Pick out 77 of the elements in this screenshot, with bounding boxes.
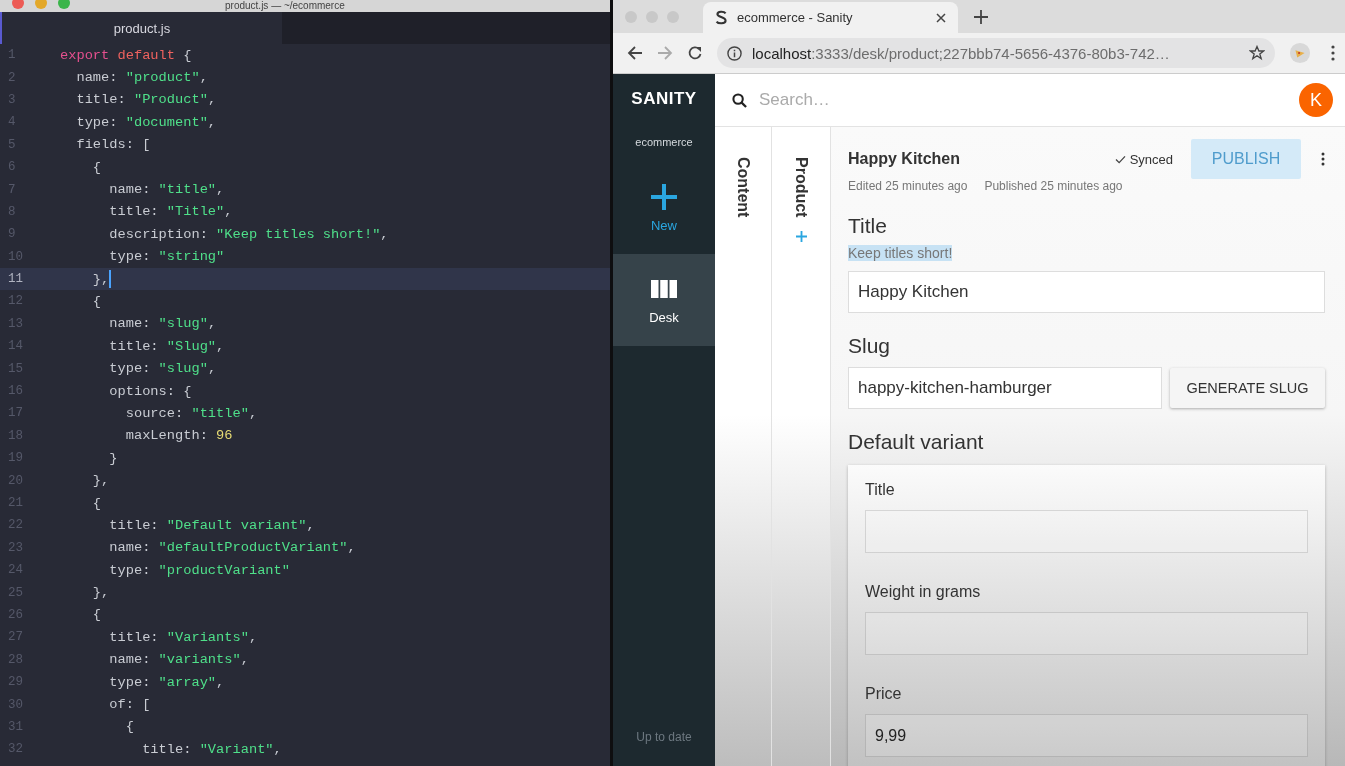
code-line: source: "title", — [124, 405, 258, 421]
code-line: export default { — [60, 47, 192, 63]
check-icon — [1114, 154, 1126, 164]
nav-item[interactable]: Desk — [613, 254, 715, 346]
field-label: Slug — [848, 334, 892, 358]
document-meta: Published 25 minutes ago — [984, 179, 1123, 193]
info-icon — [727, 45, 742, 61]
file-tab[interactable]: product.js — [0, 12, 282, 44]
code-line: type: "slug", — [108, 361, 217, 377]
code-line: fields: [ — [75, 137, 151, 153]
code-line: name: "defaultProductVariant", — [108, 540, 356, 556]
code-line: { — [91, 294, 102, 309]
code-line: }, — [91, 271, 110, 287]
code-line: description: "Keep titles short!", — [108, 226, 389, 242]
input-field[interactable]: happy-kitchen-hamburger — [848, 367, 1162, 409]
code-line: type: "productVariant" — [108, 562, 290, 578]
code-line: title: "Slug", — [108, 338, 225, 354]
code-line: options: { — [108, 383, 192, 399]
code-line: { — [124, 719, 134, 735]
plus-icon — [651, 183, 677, 210]
code-line: type: "array", — [108, 674, 225, 690]
code-line: } — [108, 450, 118, 466]
input-field[interactable]: Happy Kitchen — [848, 271, 1325, 313]
plus-icon[interactable] — [795, 231, 807, 243]
maximize-icon[interactable] — [58, 0, 70, 9]
document-meta: Edited 25 minutes ago — [848, 179, 968, 193]
code-line: name: "product", — [75, 70, 208, 86]
field-label: Title — [865, 481, 896, 499]
code-line: { — [91, 159, 102, 175]
forward-icon[interactable] — [657, 45, 673, 61]
code-line: name: "title", — [108, 182, 225, 198]
document-title: Happy Kitchen — [848, 150, 961, 168]
code-line: title: "Product", — [75, 92, 217, 108]
address-bar[interactable]: localhost:3333/desk/product;227bbb74-5656-4376-80b3-742… — [717, 38, 1275, 68]
code-line: title: "Default variant", — [108, 517, 315, 533]
menu-icon[interactable] — [1331, 45, 1335, 61]
window-title: product.js — ~/ecommerce — [225, 0, 345, 12]
code-line: title: "Title", — [108, 204, 233, 220]
code-line: name: "slug", — [108, 316, 217, 332]
status-text: Up to date — [635, 730, 693, 746]
code-line: title: "Variant", — [141, 741, 282, 757]
text-cursor — [109, 270, 112, 289]
minimize-icon[interactable] — [35, 0, 47, 9]
code-line: { — [91, 607, 102, 623]
field-label: Weight in grams — [865, 583, 982, 601]
sync-status: Synced — [1114, 151, 1173, 167]
search-icon — [732, 92, 747, 108]
field-label: Title — [848, 214, 888, 238]
code-line: type: "document", — [75, 114, 217, 130]
search-field[interactable]: Search… — [757, 89, 1289, 111]
s-logo-icon — [715, 9, 728, 26]
nav-item[interactable]: New — [613, 162, 715, 254]
reload-icon[interactable] — [687, 45, 703, 61]
code-line: name: "variants", — [108, 652, 249, 668]
pane-title[interactable]: Product — [792, 157, 810, 218]
new-tab-icon[interactable] — [974, 10, 988, 24]
line-number: 11 — [7, 272, 24, 287]
pane-title[interactable]: Content — [734, 157, 752, 218]
back-icon[interactable] — [627, 45, 643, 61]
logo[interactable]: SANITY — [613, 74, 715, 124]
close-icon[interactable] — [936, 12, 946, 23]
code-line: of: [ — [108, 697, 151, 712]
code-line: type: "string" — [108, 249, 225, 265]
project-name: ecommerce — [634, 135, 694, 150]
field-label: Price — [865, 685, 903, 703]
generate-slug-button[interactable]: GENERATE SLUG — [1170, 368, 1325, 408]
field-description: Keep titles short! — [848, 245, 953, 261]
field-label: Default variant — [848, 430, 985, 454]
code-line: maxLength: 96 — [124, 428, 233, 444]
code-line: title: "Variants", — [108, 629, 258, 645]
code-line: }, — [91, 473, 110, 489]
code-line: }, — [91, 585, 110, 601]
more-icon[interactable] — [1321, 152, 1325, 166]
extension-icon[interactable] — [1289, 42, 1311, 64]
browser-tab[interactable]: ecommerce - Sanity — [703, 2, 958, 33]
code-line: { — [91, 495, 102, 511]
bookmark-star-icon[interactable] — [1249, 45, 1265, 61]
